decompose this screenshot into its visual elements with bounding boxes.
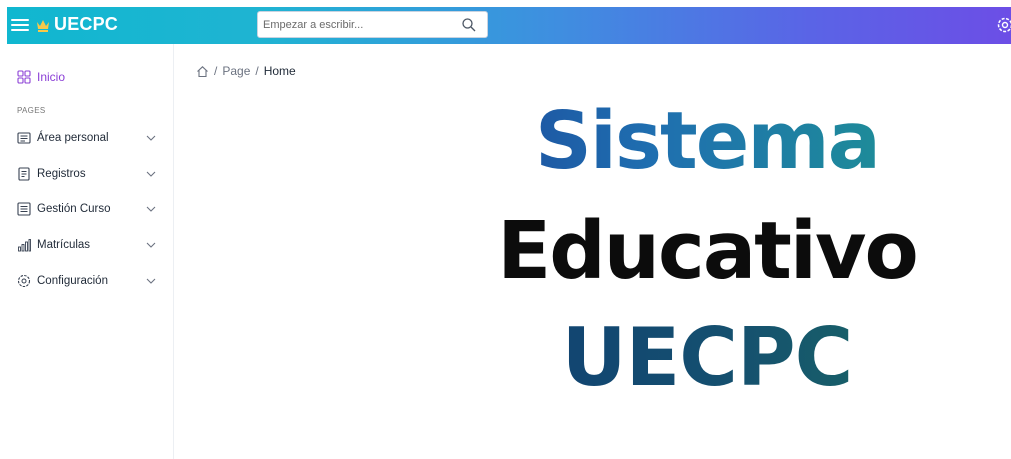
search-box [257, 11, 488, 38]
breadcrumb: / Page / Home [196, 64, 296, 78]
brand-title[interactable]: UECPC [54, 14, 118, 35]
hamburger-menu-icon[interactable] [11, 16, 29, 32]
sidebar-section-label: PAGES [17, 106, 46, 115]
crown-icon [37, 20, 49, 32]
sidebar-item-label: Matrículas [37, 239, 91, 251]
breadcrumb-current: Home [263, 64, 296, 78]
sidebar-item-label: Registros [37, 168, 86, 180]
sidebar-item-label: Gestión Curso [37, 203, 111, 215]
chevron-down-icon [146, 278, 156, 284]
hero-title-line-3: UECPC [447, 315, 967, 401]
sidebar-item-gestion-curso[interactable]: Gestión Curso [17, 199, 157, 219]
list-icon [17, 202, 31, 216]
search-icon[interactable] [461, 17, 477, 33]
hero-title-line-1: Sistema [447, 95, 967, 187]
hero-title-line-2: Educativo [497, 205, 919, 297]
sidebar-item-matriculas[interactable]: Matrículas [17, 235, 157, 255]
home-icon[interactable] [196, 65, 209, 78]
breadcrumb-separator: / [214, 64, 218, 78]
gear-icon[interactable] [996, 16, 1011, 34]
document-icon [18, 167, 30, 181]
hero-banner: Sistema Educativo UECPC [447, 95, 967, 401]
breadcrumb-separator: / [255, 64, 259, 78]
id-card-icon [17, 132, 31, 144]
chevron-down-icon [146, 171, 156, 177]
sidebar-item-inicio[interactable]: Inicio [17, 70, 65, 84]
breadcrumb-link-page[interactable]: Page [222, 64, 250, 78]
chevron-down-icon [146, 242, 156, 248]
chevron-down-icon [146, 206, 156, 212]
sidebar-item-configuracion[interactable]: Configuración [17, 271, 157, 291]
app-frame: UECPC Inicio PAGES [7, 7, 1011, 459]
top-bar: UECPC [7, 7, 1011, 44]
gear-icon [17, 274, 31, 288]
sidebar-item-label: Configuración [37, 275, 108, 287]
bar-chart-icon [18, 239, 31, 252]
grid-icon [17, 70, 31, 84]
sidebar-item-label: Área personal [37, 132, 109, 144]
sidebar: Inicio PAGES Área personal Registros Ges… [7, 44, 174, 459]
search-input[interactable] [263, 15, 453, 34]
chevron-down-icon [146, 135, 156, 141]
sidebar-item-registros[interactable]: Registros [17, 164, 157, 184]
sidebar-item-label: Inicio [37, 70, 66, 84]
sidebar-item-area-personal[interactable]: Área personal [17, 128, 157, 148]
